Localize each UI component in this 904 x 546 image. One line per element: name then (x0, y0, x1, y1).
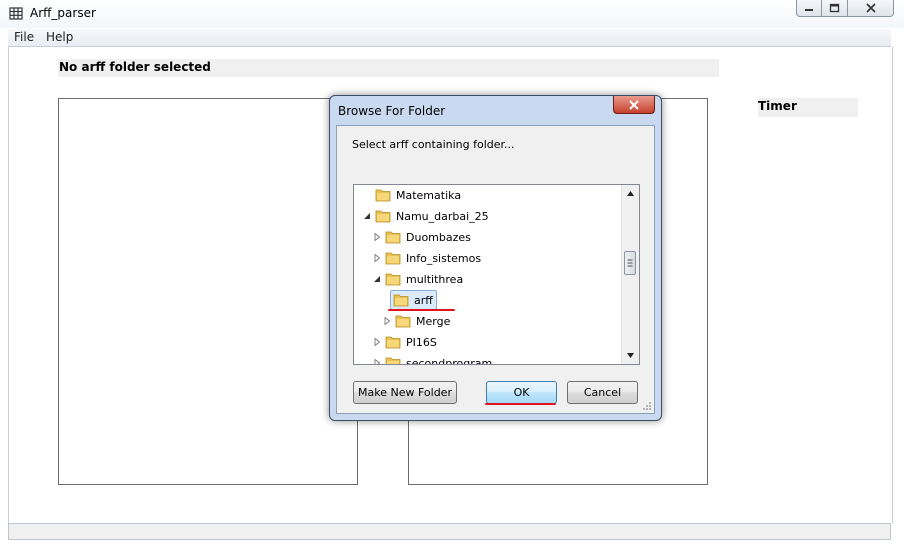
scroll-up-arrow[interactable] (622, 185, 639, 202)
menu-file[interactable]: File (14, 30, 34, 44)
grid-app-icon (9, 7, 23, 20)
close-icon (865, 3, 876, 13)
tree-item-label: PI16S (406, 335, 437, 349)
annotation-underline-arff (388, 309, 455, 311)
tree-item-multithrea[interactable]: multithrea (372, 269, 463, 289)
menu-help[interactable]: Help (46, 30, 73, 44)
title-bar[interactable]: Arff_parser (0, 0, 904, 28)
grip-icon (627, 259, 633, 267)
window-controls (796, 0, 894, 18)
tree-item-label: arff (414, 293, 433, 307)
left-output-panel[interactable] (58, 98, 358, 485)
tree-item-merge[interactable]: Merge (382, 311, 450, 331)
make-new-folder-button[interactable]: Make New Folder (353, 381, 457, 404)
tree-item-label: secondprogram (406, 356, 493, 365)
folder-tree[interactable]: Matematika Namu_darbai_25 Duombazes Info… (353, 184, 640, 365)
expanded-arrow-icon[interactable] (372, 274, 382, 284)
folder-status-label: No arff folder selected (58, 59, 719, 77)
tree-item-label: Matematika (396, 188, 462, 202)
maximize-button[interactable] (822, 0, 848, 17)
minimize-button[interactable] (796, 0, 822, 17)
minimize-icon (805, 9, 813, 11)
browse-folder-dialog: Browse For Folder Select arff containing… (329, 95, 662, 421)
tree-item-secondprogram[interactable]: secondprogram (372, 353, 493, 365)
dialog-title: Browse For Folder (338, 104, 446, 118)
folder-icon (375, 189, 391, 202)
tree-item-arff[interactable]: arff (390, 290, 437, 310)
collapsed-arrow-icon[interactable] (372, 358, 382, 364)
folder-icon (385, 252, 401, 265)
dialog-prompt: Select arff containing folder... (352, 138, 515, 151)
folder-icon (385, 357, 401, 364)
tree-scrollbar[interactable] (621, 185, 639, 364)
collapsed-arrow-icon[interactable] (382, 316, 392, 326)
expander-none (362, 190, 372, 200)
folder-icon (385, 273, 401, 286)
cancel-button[interactable]: Cancel (567, 381, 638, 404)
timer-label: Timer (758, 98, 858, 117)
collapsed-arrow-icon[interactable] (372, 337, 382, 347)
restore-icon (829, 3, 840, 13)
dialog-close-button[interactable] (613, 96, 655, 114)
chevron-up-icon (627, 191, 634, 196)
tree-item-info-sistemos[interactable]: Info_sistemos (372, 248, 481, 268)
close-icon (629, 99, 639, 110)
resize-grip-icon[interactable] (642, 401, 652, 411)
folder-icon (385, 231, 401, 244)
expanded-arrow-icon[interactable] (362, 211, 372, 221)
ok-button[interactable]: OK (486, 381, 557, 404)
menu-bar: File Help (8, 29, 891, 47)
dialog-body: Select arff containing folder... Matemat… (336, 125, 655, 414)
scroll-thumb[interactable] (624, 251, 636, 275)
tree-item-matematika[interactable]: Matematika (362, 185, 461, 205)
tree-item-namu-darbai-25[interactable]: Namu_darbai_25 (362, 206, 489, 226)
close-button[interactable] (848, 0, 894, 17)
tree-item-duombazes[interactable]: Duombazes (372, 227, 471, 247)
annotation-underline-ok (485, 403, 556, 405)
tree-item-label: Namu_darbai_25 (396, 209, 489, 223)
tree-item-pi16s[interactable]: PI16S (372, 332, 437, 352)
tree-item-label: Duombazes (406, 230, 471, 244)
window-title: Arff_parser (30, 6, 96, 20)
tree-item-label: Merge (416, 314, 451, 328)
status-bar (8, 523, 891, 540)
chevron-down-icon (627, 353, 634, 358)
collapsed-arrow-icon[interactable] (372, 253, 382, 263)
folder-icon (385, 336, 401, 349)
folder-icon (375, 210, 391, 223)
folder-icon (393, 294, 409, 307)
folder-icon (395, 315, 411, 328)
collapsed-arrow-icon[interactable] (372, 232, 382, 242)
scroll-down-arrow[interactable] (622, 347, 639, 364)
tree-item-label: multithrea (406, 272, 464, 286)
selected-node[interactable]: arff (390, 290, 437, 310)
tree-item-label: Info_sistemos (406, 251, 482, 265)
